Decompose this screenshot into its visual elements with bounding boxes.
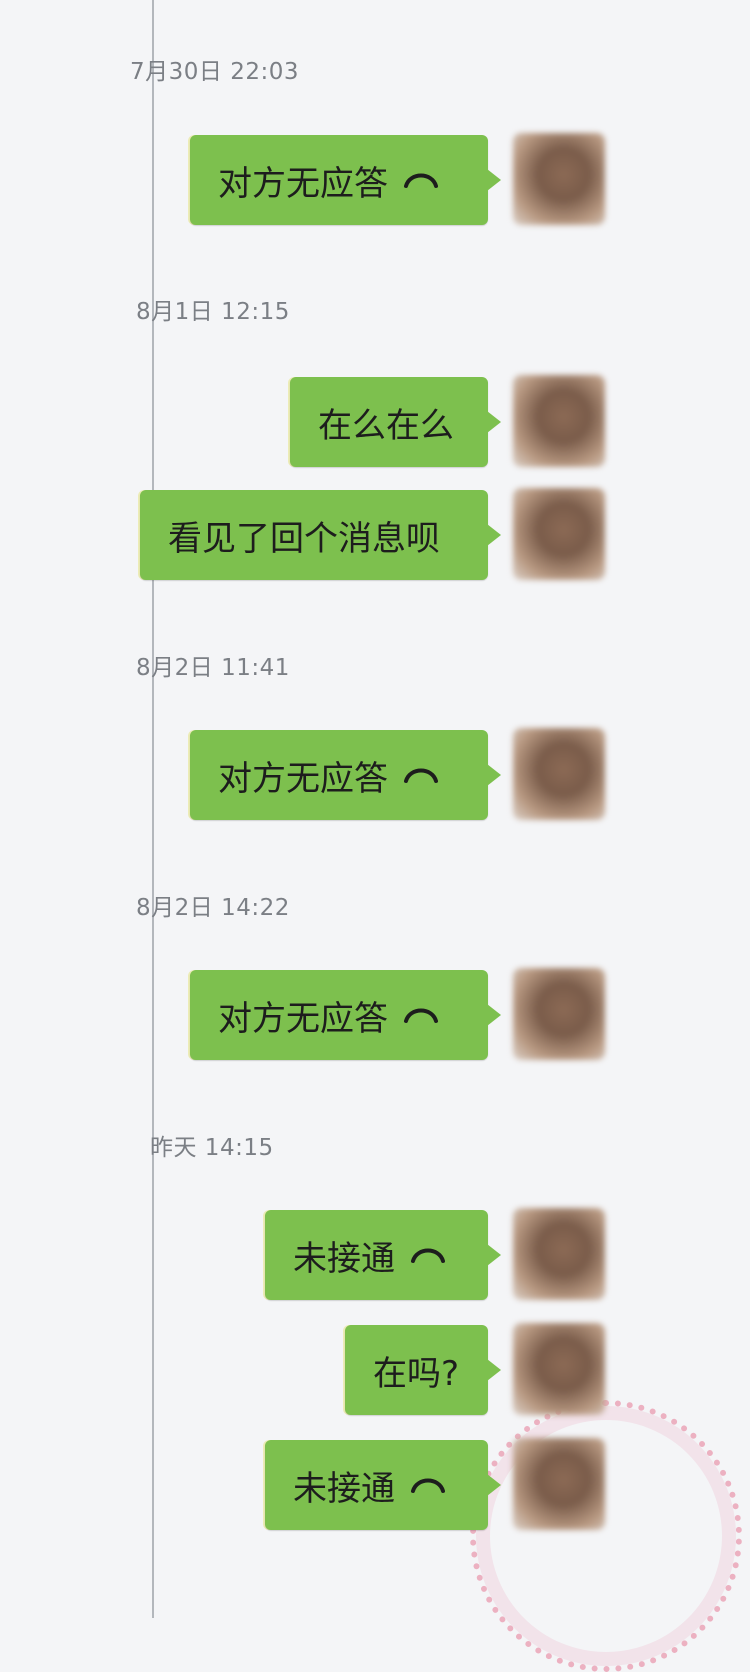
avatar[interactable] <box>513 1438 605 1530</box>
message-bubble[interactable]: 看见了回个消息呗 <box>140 490 501 580</box>
message-bubble[interactable]: 对方无应答 <box>190 970 501 1060</box>
avatar[interactable] <box>513 488 605 580</box>
avatar[interactable] <box>513 1323 605 1415</box>
avatar[interactable] <box>513 1208 605 1300</box>
timestamp: 8月2日 11:41 <box>136 655 290 681</box>
avatar[interactable] <box>513 968 605 1060</box>
phone-hangup-icon <box>404 173 438 188</box>
timestamp: 7月30日 22:03 <box>130 59 299 85</box>
message-bubble[interactable]: 未接通 <box>265 1440 501 1530</box>
scan-fold-line <box>152 0 154 1618</box>
message-text: 未接通 <box>293 1468 395 1509</box>
message-bubble[interactable]: 对方无应答 <box>190 730 501 820</box>
message-text: 在吗? <box>373 1353 460 1394</box>
timestamp: 8月2日 14:22 <box>136 895 290 921</box>
phone-hangup-icon <box>411 1248 445 1263</box>
message-bubble[interactable]: 在么在么 <box>290 377 501 467</box>
message-bubble[interactable]: 对方无应答 <box>190 135 501 225</box>
message-bubble[interactable]: 未接通 <box>265 1210 501 1300</box>
timestamp: 昨天 14:15 <box>150 1135 274 1161</box>
timestamp: 8月1日 12:15 <box>136 299 290 325</box>
message-text: 看见了回个消息呗 <box>168 518 440 559</box>
message-bubble[interactable]: 在吗? <box>345 1325 501 1415</box>
phone-hangup-icon <box>404 768 438 783</box>
message-text: 在么在么 <box>318 405 454 446</box>
avatar[interactable] <box>513 375 605 467</box>
avatar[interactable] <box>513 728 605 820</box>
message-text: 对方无应答 <box>218 998 388 1039</box>
avatar[interactable] <box>513 133 605 225</box>
phone-hangup-icon <box>404 1008 438 1023</box>
seal-stamp <box>470 1400 742 1672</box>
phone-hangup-icon <box>411 1478 445 1493</box>
message-text: 未接通 <box>293 1238 395 1279</box>
message-text: 对方无应答 <box>218 758 388 799</box>
message-text: 对方无应答 <box>218 163 388 204</box>
